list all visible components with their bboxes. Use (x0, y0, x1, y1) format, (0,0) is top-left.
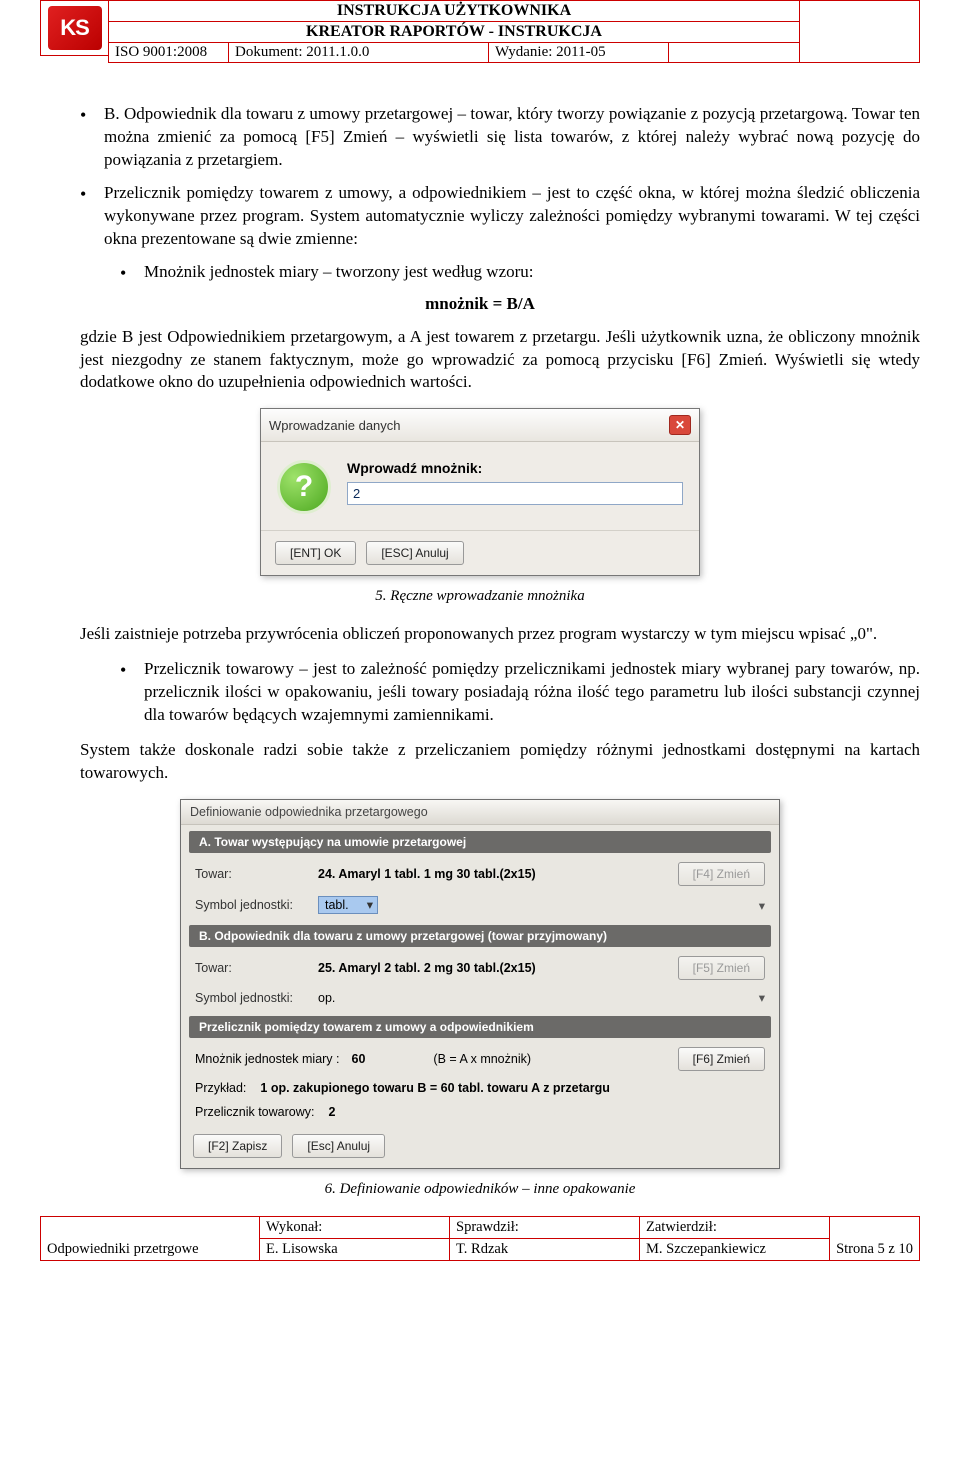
symbol-a-label: Symbol jednostki: (195, 898, 310, 912)
footer-wykonal-value: E. Lisowska (260, 1239, 450, 1261)
zapisz-button[interactable]: [F2] Zapisz (193, 1134, 282, 1158)
question-icon: ? (277, 460, 331, 514)
towar-b-label: Towar: (195, 961, 310, 975)
footer-sprawdzil-label: Sprawdził: (450, 1216, 640, 1239)
dialog-wprowadzanie: Wprowadzanie danych ✕ ? Wprowadź mnożnik… (260, 408, 700, 576)
header-empty (669, 43, 799, 62)
document-footer: Wykonał: Sprawdził: Zatwierdził: Odpowie… (40, 1216, 920, 1261)
paragraph-gdzie: gdzie B jest Odpowiednikiem przetargowym… (80, 326, 920, 395)
footer-sprawdzil-value: T. Rdzak (450, 1239, 640, 1261)
footer-strona-r1 (830, 1216, 920, 1239)
przelicznik-towarowy-label: Przelicznik towarowy: (195, 1105, 314, 1119)
dialog-definiowanie: Definiowanie odpowiednika przetargowego … (180, 799, 780, 1169)
footer-zatwierdzil-value: M. Szczepankiewicz (640, 1239, 830, 1261)
header-title-2: KREATOR RAPORTÓW - INSTRUKCJA (108, 21, 800, 42)
logo-text: KS (48, 6, 102, 50)
symbol-b-label: Symbol jednostki: (195, 991, 310, 1005)
caption-5: 5. Ręczne wprowadzanie mnożnika (40, 588, 920, 605)
symbol-b-value: op. (318, 991, 751, 1005)
document-header: KS INSTRUKCJA UŻYTKOWNIKA KREATOR RAPORT… (40, 0, 920, 63)
header-wyd: Wydanie: 2011-05 (489, 43, 669, 62)
subbullet-mnoznik: Mnożnik jednostek miary – tworzony jest … (120, 261, 920, 284)
subbullet-przelicznik-towarowy: Przelicznik towarowy – jest to zależność… (120, 658, 920, 727)
f6-zmien-button[interactable]: [F6] Zmień (678, 1047, 765, 1071)
towar-a-value: 24. Amaryl 1 tabl. 1 mg 30 tabl.(2x15) (318, 867, 670, 881)
ok-button[interactable]: [ENT] OK (275, 541, 356, 565)
section-a-header: A. Towar występujący na umowie przetargo… (189, 831, 771, 853)
caption-6: 6. Definiowanie odpowiedników – inne opa… (40, 1181, 920, 1198)
anuluj-button[interactable]: [Esc] Anuluj (292, 1134, 385, 1158)
towar-a-label: Towar: (195, 867, 310, 881)
symbol-a-select[interactable]: tabl. (318, 896, 378, 914)
header-iso: ISO 9001:2008 (109, 43, 229, 62)
footer-strona: Strona 5 z 10 (830, 1239, 920, 1261)
footer-c1-r1 (40, 1216, 260, 1239)
cancel-button[interactable]: [ESC] Anuluj (366, 541, 463, 565)
footer-wykonal-label: Wykonał: (260, 1216, 450, 1239)
paragraph-jesli: Jeśli zaistnieje potrzeba przywrócenia o… (80, 623, 920, 646)
header-title-1: INSTRUKCJA UŻYTKOWNIKA (108, 0, 800, 21)
formula: mnożnik = B/A (40, 294, 920, 314)
section-c-header: Przelicznik pomiędzy towarem z umowy a o… (189, 1016, 771, 1038)
mnoznik-value: 60 (352, 1052, 366, 1066)
close-icon[interactable]: ✕ (669, 415, 691, 435)
footer-zatwierdzil-label: Zatwierdził: (640, 1216, 830, 1239)
dialog2-title: Definiowanie odpowiednika przetargowego (181, 800, 779, 825)
bullet-b: B. Odpowiednik dla towaru z umowy przeta… (80, 103, 920, 172)
przyklad-value: 1 op. zakupionego towaru B = 60 tabl. to… (260, 1081, 609, 1095)
przyklad-label: Przykład: (195, 1081, 246, 1095)
mnoznik-label: Mnożnik jednostek miary : (195, 1052, 340, 1066)
logo-box: KS (40, 0, 108, 56)
header-doc: Dokument: 2011.1.0.0 (229, 43, 489, 62)
mnoznik-input[interactable] (347, 482, 683, 505)
f4-zmien-button[interactable]: [F4] Zmień (678, 862, 765, 886)
paragraph-system: System także doskonale radzi sobie także… (80, 739, 920, 785)
document-body: B. Odpowiednik dla towaru z umowy przeta… (40, 103, 920, 1198)
chevron-down-icon[interactable]: ▾ (759, 898, 765, 913)
header-side-box (800, 0, 920, 63)
towar-b-value: 25. Amaryl 2 tabl. 2 mg 30 tabl.(2x15) (318, 961, 670, 975)
f5-zmien-button[interactable]: [F5] Zmień (678, 956, 765, 980)
chevron-down-icon[interactable]: ▾ (759, 990, 765, 1005)
przelicznik-towarowy-value: 2 (328, 1105, 335, 1119)
dialog1-title: Wprowadzanie danych (269, 418, 401, 433)
bullet-przelicznik: Przelicznik pomiędzy towarem z umowy, a … (80, 182, 920, 251)
dialog1-label: Wprowadź mnożnik: (347, 460, 683, 476)
section-b-header: B. Odpowiednik dla towaru z umowy przeta… (189, 925, 771, 947)
mnoznik-formula: (B = A x mnożnik) (433, 1052, 531, 1066)
footer-odpowiedniki: Odpowiedniki przetrgowe (40, 1239, 260, 1261)
